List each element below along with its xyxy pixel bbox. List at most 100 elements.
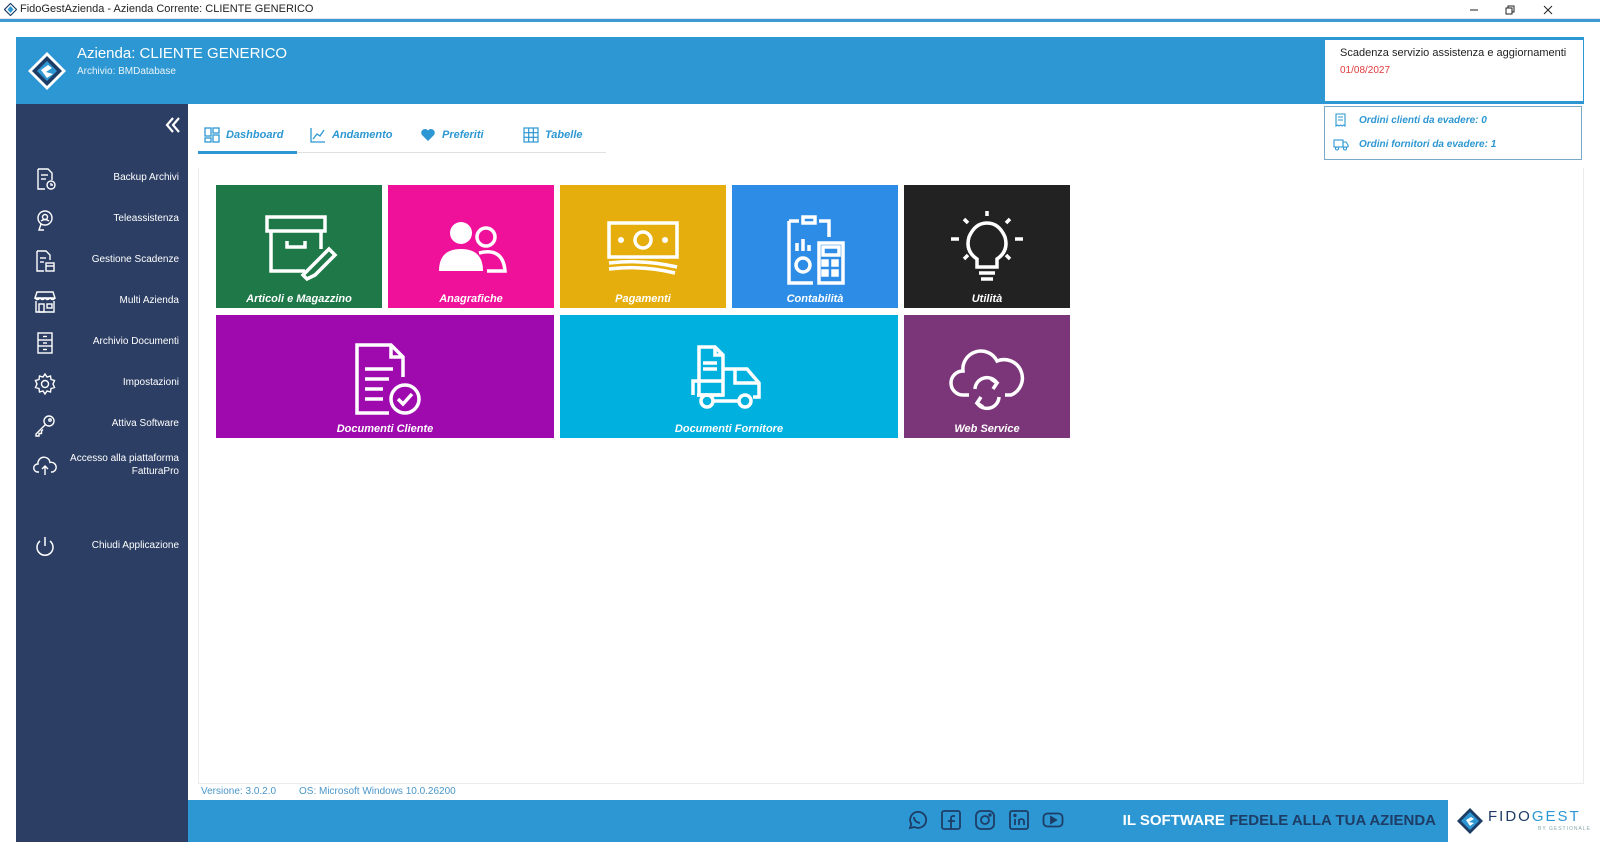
tile-payments[interactable]: Pagamenti	[560, 185, 726, 308]
table-icon	[523, 126, 539, 143]
sidebar-item-settings[interactable]: Impostazioni	[16, 369, 188, 399]
window-title: FidoGestAzienda - Azienda Corrente: CLIE…	[20, 3, 314, 15]
title-accent-line	[0, 19, 1600, 22]
tab-tables[interactable]: Tabelle	[523, 116, 583, 153]
tile-label: Contabilità	[786, 293, 844, 305]
close-button[interactable]	[1530, 0, 1566, 19]
sidebar-item-label: Gestione Scadenze	[91, 254, 179, 265]
key-icon	[35, 415, 55, 437]
fidogest-logo-icon	[1457, 808, 1483, 834]
minimize-button[interactable]	[1456, 0, 1492, 19]
close-icon	[1543, 5, 1553, 14]
slogan-part1: IL SOFTWARE	[1122, 812, 1230, 829]
sidebar-item-label: Impostazioni	[122, 377, 179, 388]
pending-client-orders-label: Ordini clienti da evadere: 0	[1359, 114, 1487, 126]
slogan: IL SOFTWARE FEDELE ALLA TUA AZIENDA	[1123, 812, 1436, 829]
accounting-icon	[787, 215, 845, 285]
chart-line-icon	[310, 127, 325, 143]
pending-client-orders[interactable]: Ordini clienti da evadere: 0	[1333, 113, 1487, 127]
gear-icon	[34, 372, 56, 396]
brand-gest: GEST	[1531, 808, 1581, 825]
tile-utilities[interactable]: Utilità	[904, 185, 1070, 308]
fidogest-logo-icon	[28, 52, 66, 90]
power-icon	[36, 537, 54, 556]
tab-label: Dashboard	[226, 128, 284, 141]
pending-supplier-orders-label: Ordini fornitori da evadere: 1	[1359, 138, 1497, 150]
sidebar-item-label: Accesso alla piattaforma FatturaPro	[70, 453, 179, 477]
cloud-upload-icon	[33, 456, 57, 475]
pending-supplier-orders[interactable]: Ordini fornitori da evadere: 1	[1333, 137, 1496, 151]
box-icon	[265, 215, 338, 282]
slogan-part2: FEDELE ALLA TUA AZIENDA	[1229, 812, 1436, 829]
whatsapp-icon[interactable]	[906, 809, 928, 831]
tile-label: Documenti Fornitore	[674, 423, 784, 435]
tab-label: Andamento	[332, 128, 393, 141]
sidebar-item-deadlines[interactable]: Gestione Scadenze	[16, 246, 188, 276]
tile-label: Web Service	[954, 423, 1020, 435]
document-check-icon	[355, 343, 421, 415]
restore-button[interactable]	[1492, 0, 1528, 19]
active-tab-indicator	[198, 151, 297, 154]
sidebar-item-activate-software[interactable]: Attiva Software	[16, 410, 188, 440]
tile-label: Documenti Cliente	[336, 423, 434, 435]
tab-favorites[interactable]: Preferiti	[420, 116, 484, 153]
money-icon	[607, 221, 679, 275]
tab-label: Tabelle	[545, 128, 583, 141]
backup-icon	[37, 168, 56, 190]
footer-bar: IL SOFTWARE FEDELE ALLA TUA AZIENDA	[188, 800, 1448, 842]
sidebar-item-document-archive[interactable]: Archivio Documenti	[16, 328, 188, 358]
sidebar-item-multi-company[interactable]: Multi Azienda	[16, 287, 188, 317]
app-logo-icon	[4, 3, 17, 16]
application-window: FidoGestAzienda - Azienda Corrente: CLIE…	[0, 0, 1600, 856]
tile-label: Utilità	[971, 293, 1003, 305]
instagram-icon[interactable]	[974, 809, 996, 831]
pending-orders-box: Ordini clienti da evadere: 0 Ordini forn…	[1324, 106, 1582, 160]
lightbulb-icon	[951, 211, 1023, 281]
deadline-title: Scadenza servizio assistenza e aggiornam…	[1340, 47, 1567, 59]
tab-dashboard[interactable]: Dashboard	[204, 116, 283, 153]
linkedin-icon[interactable]	[1008, 809, 1030, 831]
tile-label: Pagamenti	[615, 293, 671, 305]
tab-bar: Dashboard Andamento Preferiti Tabelle	[198, 116, 606, 154]
os-label: OS: Microsoft Windows 10.0.26200	[299, 786, 456, 797]
archive-name: Archivio: BMDatabase	[77, 66, 176, 77]
sidebar-item-remote-assistance[interactable]: Teleassistenza	[16, 205, 188, 235]
truck-icon	[691, 345, 761, 409]
cloud-sync-icon	[949, 349, 1025, 411]
restore-icon	[1505, 5, 1515, 14]
sidebar-item-label: Teleassistenza	[113, 213, 179, 224]
company-name: Azienda: CLIENTE GENERICO	[77, 45, 288, 62]
sidebar-item-label: Multi Azienda	[119, 295, 179, 306]
dashboard-icon	[204, 126, 220, 143]
tile-registry[interactable]: Anagrafiche	[388, 185, 554, 308]
tab-trend[interactable]: Andamento	[310, 116, 393, 153]
deadline-date: 01/08/2027	[1340, 65, 1391, 76]
store-icon	[34, 291, 56, 313]
sidebar-item-backup[interactable]: Backup Archivi	[16, 164, 188, 194]
window-title-bar: FidoGestAzienda - Azienda Corrente: CLIE…	[0, 0, 1600, 19]
sidebar-item-fatturapro[interactable]: Accesso alla piattaforma FatturaPro	[16, 451, 188, 481]
tile-web-service[interactable]: Web Service	[904, 315, 1070, 438]
heart-icon	[421, 128, 435, 141]
status-divider	[198, 783, 520, 784]
sidebar-item-label: Chiudi Applicazione	[91, 540, 179, 551]
version-label: Versione: 3.0.2.0	[201, 786, 277, 797]
tile-supplier-documents[interactable]: Documenti Fornitore	[560, 315, 898, 438]
facebook-icon[interactable]	[940, 809, 962, 831]
sidebar: Backup Archivi Teleassistenza Gestione S…	[16, 104, 188, 842]
tab-label: Preferiti	[442, 128, 484, 141]
youtube-icon[interactable]	[1042, 809, 1064, 831]
brand-subtitle: BY GESTIONALE	[1538, 826, 1591, 832]
archive-icon	[37, 332, 53, 354]
collapse-sidebar-icon[interactable]	[164, 116, 182, 134]
service-deadline-box: Scadenza servizio assistenza e aggiornam…	[1324, 39, 1584, 102]
tile-client-documents[interactable]: Documenti Cliente	[216, 315, 554, 438]
sidebar-item-close-application[interactable]: Chiudi Applicazione	[16, 532, 188, 562]
tile-accounting[interactable]: Contabilità	[732, 185, 898, 308]
tile-articles-warehouse[interactable]: Articoli e Magazzino	[216, 185, 382, 308]
tile-label: Articoli e Magazzino	[246, 293, 352, 305]
deadlines-icon	[36, 250, 55, 272]
fidogest-brand: FIDOGEST BY GESTIONALE	[1452, 800, 1600, 842]
fidogest-wordmark: FIDOGEST	[1488, 808, 1581, 825]
users-icon	[439, 222, 507, 273]
